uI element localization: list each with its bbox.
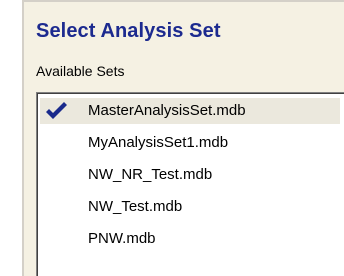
panel-left-border xyxy=(22,0,24,276)
list-item-nw-nr-test[interactable]: NW_NR_Test.mdb xyxy=(40,162,340,188)
list-item-pnw[interactable]: PNW.mdb xyxy=(40,226,340,252)
list-item-nw-test[interactable]: NW_Test.mdb xyxy=(40,194,340,220)
list-item-label: MasterAnalysisSet.mdb xyxy=(88,102,246,119)
list-item-label: PNW.mdb xyxy=(88,230,156,247)
available-sets-label: Available Sets xyxy=(36,63,125,79)
page-title: Select Analysis Set xyxy=(36,20,221,42)
analysis-set-panel: Select Analysis Set Available Sets Maste… xyxy=(0,0,344,276)
list-item-label: NW_Test.mdb xyxy=(88,198,183,215)
list-item-label: NW_NR_Test.mdb xyxy=(88,166,213,183)
list-item-my-analysis-set1[interactable]: MyAnalysisSet1.mdb xyxy=(40,130,340,156)
panel-top-border xyxy=(22,0,344,2)
checkmark-icon xyxy=(46,102,67,119)
list-item-label: MyAnalysisSet1.mdb xyxy=(88,134,229,151)
list-item-master-analysis-set[interactable]: MasterAnalysisSet.mdb xyxy=(40,98,340,124)
